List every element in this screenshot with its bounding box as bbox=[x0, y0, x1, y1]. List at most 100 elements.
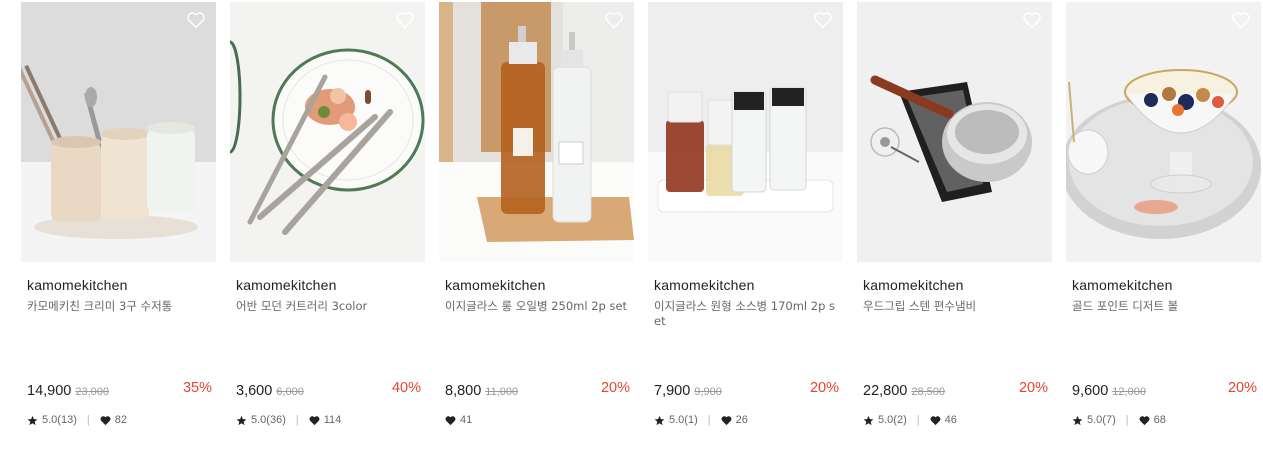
original-price: 23,000 bbox=[75, 386, 110, 398]
likes-count: 114 bbox=[323, 414, 342, 426]
sale-price: 3,600 bbox=[236, 383, 273, 399]
product-card[interactable]: kamomekitchen 이지글라스 롱 오일병 250ml 2p set 8… bbox=[439, 2, 634, 462]
product-image-dessert-bowl[interactable] bbox=[1066, 2, 1261, 262]
star-icon bbox=[236, 415, 247, 425]
likes-count: 26 bbox=[735, 414, 748, 426]
product-image-sauce-bottles[interactable] bbox=[648, 2, 843, 262]
saucepan-image bbox=[857, 2, 1052, 262]
likes-count: 46 bbox=[944, 414, 957, 426]
original-price: 9,900 bbox=[694, 386, 722, 398]
brand-name[interactable]: kamomekitchen bbox=[1072, 277, 1261, 293]
likes: 68 bbox=[1139, 414, 1166, 426]
brand-name[interactable]: kamomekitchen bbox=[445, 277, 634, 293]
dessert-bowl-image bbox=[1066, 2, 1261, 262]
product-name[interactable]: 우드그립 스텐 편수냄비 bbox=[863, 299, 1048, 359]
product-name[interactable]: 카모메키친 크리미 3구 수저통 bbox=[27, 299, 212, 359]
rating-text: 5.0(13) bbox=[42, 414, 77, 426]
price-row: 3,600 6,000 40% bbox=[236, 380, 421, 400]
review-meta: 5.0(2) | 46 bbox=[863, 414, 957, 426]
product-image-utensil-holders[interactable] bbox=[21, 2, 216, 262]
product-name[interactable]: 이지글라스 롱 오일병 250ml 2p set bbox=[445, 299, 630, 359]
wishlist-heart-icon[interactable] bbox=[604, 11, 624, 29]
discount-rate: 20% bbox=[1227, 380, 1257, 396]
rating-text: 5.0(7) bbox=[1087, 414, 1116, 426]
divider: | bbox=[1125, 414, 1129, 426]
rating-text: 5.0(1) bbox=[669, 414, 698, 426]
sauce-bottles-image bbox=[648, 2, 843, 262]
discount-rate: 20% bbox=[1018, 380, 1048, 396]
original-price: 28,500 bbox=[911, 386, 946, 398]
wishlist-heart-icon[interactable] bbox=[395, 11, 415, 29]
cutlery-plate-image bbox=[230, 2, 425, 262]
brand-name[interactable]: kamomekitchen bbox=[236, 277, 425, 293]
likes: 114 bbox=[309, 414, 342, 426]
discount-rate: 35% bbox=[182, 380, 212, 396]
review-meta: 5.0(13) | 82 bbox=[27, 414, 127, 426]
wishlist-heart-icon[interactable] bbox=[813, 11, 833, 29]
product-card[interactable]: kamomekitchen 우드그립 스텐 편수냄비 22,800 28,500 … bbox=[857, 2, 1052, 462]
heart-icon bbox=[721, 415, 732, 425]
likes-count: 68 bbox=[1153, 414, 1166, 426]
star-icon bbox=[27, 415, 38, 425]
review-meta: 41 bbox=[445, 414, 472, 426]
sale-price: 14,900 bbox=[27, 383, 72, 399]
divider: | bbox=[916, 414, 920, 426]
product-name[interactable]: 골드 포인트 디저트 볼 bbox=[1072, 299, 1257, 359]
wishlist-heart-icon[interactable] bbox=[1231, 11, 1251, 29]
wishlist-heart-icon[interactable] bbox=[1022, 11, 1042, 29]
star-icon bbox=[863, 415, 874, 425]
rating-text: 5.0(2) bbox=[878, 414, 907, 426]
heart-icon bbox=[930, 415, 941, 425]
rating-text: 5.0(36) bbox=[251, 414, 286, 426]
oil-bottles-image bbox=[439, 2, 634, 262]
product-image-oil-bottles[interactable] bbox=[439, 2, 634, 262]
product-name[interactable]: 이지글라스 원형 소스병 170ml 2p set bbox=[654, 299, 839, 359]
original-price: 12,000 bbox=[1112, 386, 1146, 398]
likes: 82 bbox=[100, 414, 127, 426]
heart-icon bbox=[309, 415, 320, 425]
sale-price: 8,800 bbox=[445, 383, 482, 399]
product-card[interactable]: kamomekitchen 카모메키친 크리미 3구 수저통 14,900 23,… bbox=[21, 2, 216, 462]
divider: | bbox=[707, 414, 711, 426]
likes-count: 41 bbox=[460, 414, 473, 426]
price-row: 14,900 23,000 35% bbox=[27, 380, 212, 400]
discount-rate: 40% bbox=[391, 380, 421, 396]
star-icon bbox=[654, 415, 665, 425]
divider: | bbox=[295, 414, 299, 426]
price-row: 22,800 28,500 20% bbox=[863, 380, 1048, 400]
star-icon bbox=[1072, 415, 1083, 425]
original-price: 6,000 bbox=[276, 386, 304, 398]
product-name[interactable]: 어반 모던 커트러리 3color bbox=[236, 299, 421, 359]
discount-rate: 20% bbox=[809, 380, 839, 396]
brand-name[interactable]: kamomekitchen bbox=[654, 277, 843, 293]
review-meta: 5.0(7) | 68 bbox=[1072, 414, 1166, 426]
review-meta: 5.0(1) | 26 bbox=[654, 414, 748, 426]
brand-name[interactable]: kamomekitchen bbox=[863, 277, 1052, 293]
product-image-saucepan[interactable] bbox=[857, 2, 1052, 262]
price-row: 7,900 9,900 20% bbox=[654, 380, 839, 400]
likes: 41 bbox=[445, 414, 472, 426]
sale-price: 7,900 bbox=[654, 383, 691, 399]
likes-count: 82 bbox=[114, 414, 127, 426]
product-card[interactable]: kamomekitchen 이지글라스 원형 소스병 170ml 2p set … bbox=[648, 2, 843, 462]
utensil-holder-image bbox=[21, 2, 216, 262]
discount-rate: 20% bbox=[600, 380, 630, 396]
likes: 46 bbox=[930, 414, 957, 426]
product-card[interactable]: kamomekitchen 어반 모던 커트러리 3color 3,600 6,0… bbox=[230, 2, 425, 462]
review-meta: 5.0(36) | 114 bbox=[236, 414, 341, 426]
price-row: 8,800 11,000 20% bbox=[445, 380, 630, 400]
heart-icon bbox=[100, 415, 111, 425]
likes: 26 bbox=[721, 414, 748, 426]
sale-price: 9,600 bbox=[1072, 383, 1109, 399]
brand-name[interactable]: kamomekitchen bbox=[27, 277, 216, 293]
price-row: 9,600 12,000 20% bbox=[1072, 380, 1257, 400]
product-image-cutlery-plate[interactable] bbox=[230, 2, 425, 262]
wishlist-heart-icon[interactable] bbox=[186, 11, 206, 29]
product-grid: kamomekitchen 카모메키친 크리미 3구 수저통 14,900 23,… bbox=[0, 0, 1263, 468]
heart-icon bbox=[1139, 415, 1150, 425]
sale-price: 22,800 bbox=[863, 383, 908, 399]
original-price: 11,000 bbox=[485, 386, 519, 398]
heart-icon bbox=[445, 415, 456, 425]
product-card[interactable]: kamomekitchen 골드 포인트 디저트 볼 9,600 12,000 2… bbox=[1066, 2, 1261, 462]
divider: | bbox=[86, 414, 90, 426]
